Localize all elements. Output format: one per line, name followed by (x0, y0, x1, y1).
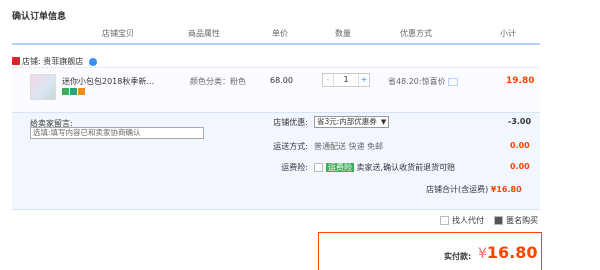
badge-guarantee-icon (70, 88, 77, 95)
item-subtotal: 19.80 (506, 76, 535, 86)
header-price: 单价 (272, 29, 288, 38)
pay-label: 实付款: (444, 252, 472, 261)
header-quantity: 数量 (335, 29, 351, 38)
item-thumbnail[interactable] (30, 74, 56, 100)
insurance-checkbox[interactable] (314, 163, 323, 172)
promo-info-icon[interactable] (447, 77, 458, 86)
shop-name-link[interactable]: 贵菲旗舰店 (43, 57, 83, 66)
shop-label: 店铺: (22, 57, 41, 66)
item-promo: 省48.20:惊喜价 (388, 76, 458, 87)
quantity-stepper: - 1 + (322, 73, 370, 87)
anonymous-checkbox[interactable] (494, 216, 504, 225)
insurance-tag: 运费险 (326, 163, 354, 172)
shop-total: 店铺合计(含运费) ¥16.80 (426, 184, 522, 195)
insurance-label: 运费险: (281, 163, 308, 172)
proxy-pay-label: 找人代付 (452, 216, 484, 225)
item-price: 68.00 (270, 76, 293, 85)
shop-total-label: 店铺合计(含运费) (426, 185, 489, 194)
shop-discount-amount: -3.00 (508, 117, 532, 126)
shop-discount-value: 省3元:内部优惠券 (317, 117, 377, 126)
shop-discount-label: 店铺优惠: (273, 118, 308, 127)
header-subtotal: 小计 (500, 29, 516, 38)
chevron-down-icon: ▼ (380, 118, 387, 126)
quantity-minus-button[interactable]: - (323, 74, 334, 86)
pay-amount: ¥16.80 (478, 243, 538, 262)
shipping-amount: 0.00 (510, 141, 530, 150)
table-header: 店铺宝贝 商品属性 单价 数量 优惠方式 小计 (0, 28, 540, 42)
insurance-row: 运费险 卖家送,确认收货前退货可赔 (314, 162, 455, 173)
item-title-link[interactable]: 迷你小包包2018秋季新... (62, 76, 154, 87)
proxy-pay-checkbox[interactable] (440, 216, 449, 225)
promo-text: 省48.20:惊喜价 (388, 77, 446, 86)
pay-amount-value: 16.80 (486, 243, 538, 262)
page-title: 确认订单信息 (12, 12, 67, 22)
service-badges (62, 88, 86, 97)
item-attribute: 颜色分类：粉色 (190, 77, 246, 86)
shop-total-value: ¥16.80 (490, 185, 522, 194)
header-shop-item: 店铺宝贝 (102, 29, 134, 38)
shop-row: 店铺: 贵菲旗舰店 (22, 56, 97, 67)
shop-discount-select[interactable]: 省3元:内部优惠券 ▼ (314, 116, 390, 128)
badge-card-icon (78, 88, 85, 95)
memo-input[interactable]: 选填:填写内容已和卖家协商确认 (30, 127, 204, 139)
anonymous-label: 匿名购买 (506, 216, 539, 225)
chat-icon[interactable] (88, 57, 97, 66)
payment-checks: 找人代付 匿名购买 (440, 215, 538, 226)
quantity-input[interactable]: 1 (334, 74, 358, 86)
quantity-plus-button[interactable]: + (358, 74, 369, 86)
pay-currency: ¥ (478, 246, 487, 262)
header-divider (12, 43, 540, 45)
item-row (12, 67, 540, 112)
header-discount: 优惠方式 (400, 29, 432, 38)
shipping-value: 普通配送 快递 免邮 (314, 142, 384, 151)
shop-icon (12, 57, 20, 65)
insurance-value: 卖家送,确认收货前退货可赔 (356, 163, 456, 172)
badge-7day-icon (62, 88, 69, 95)
insurance-amount: 0.00 (510, 162, 530, 171)
shipping-label: 运送方式: (273, 142, 308, 151)
header-attr: 商品属性 (188, 29, 220, 38)
